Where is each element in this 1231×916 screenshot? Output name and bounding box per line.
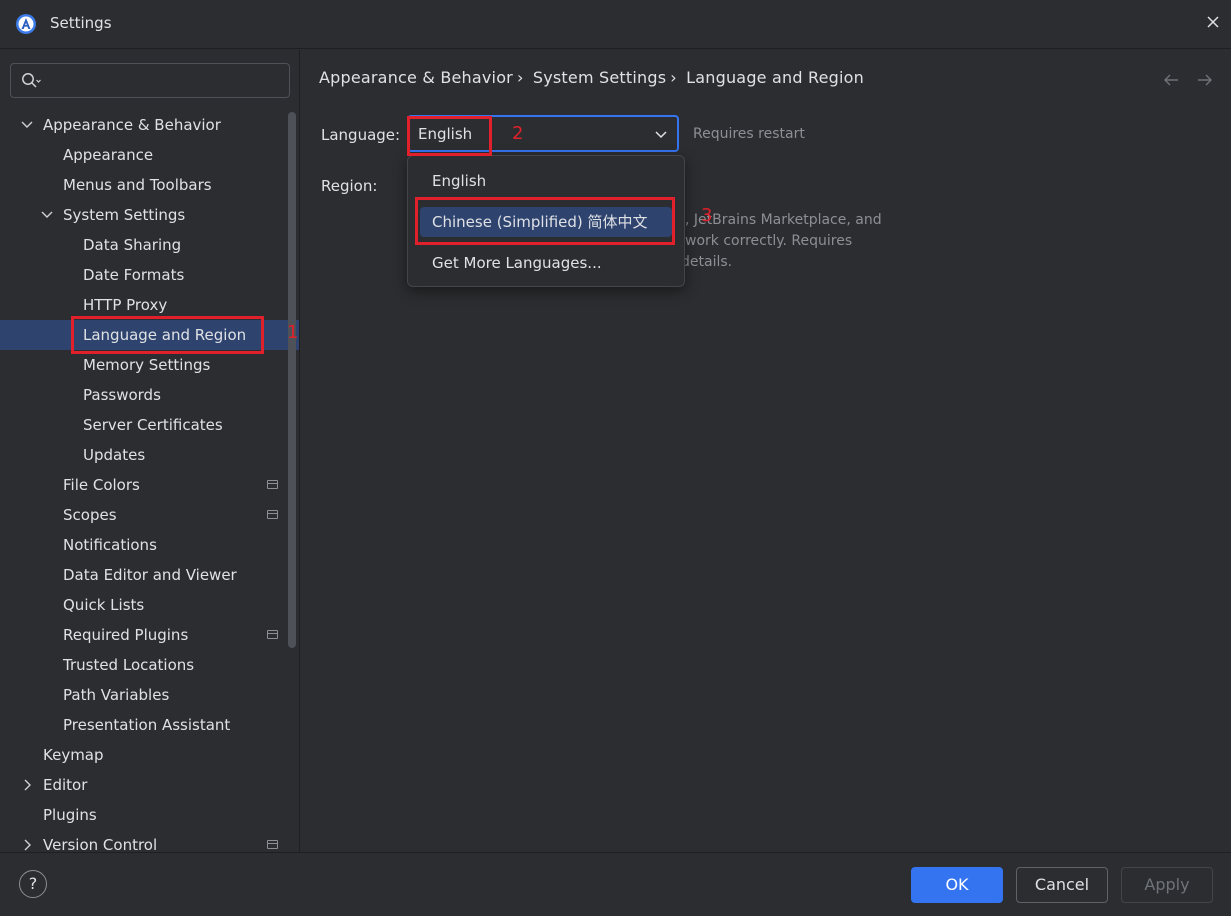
sidebar-item-label: Passwords — [83, 386, 161, 404]
sidebar-item-label: Version Control — [43, 836, 158, 852]
sidebar-item-scopes[interactable]: Scopes — [0, 500, 299, 530]
sidebar-item-required-plugins[interactable]: Required Plugins — [0, 620, 299, 650]
sidebar-item-data-editor-and-viewer[interactable]: Data Editor and Viewer — [0, 560, 299, 590]
sidebar-item-label: Server Certificates — [83, 416, 223, 434]
sidebar-item-appearance-behavior[interactable]: Appearance & Behavior — [0, 110, 299, 140]
sidebar-item-path-variables[interactable]: Path Variables — [0, 680, 299, 710]
sidebar-item-file-colors[interactable]: File Colors — [0, 470, 299, 500]
breadcrumb-separator-0: › — [516, 68, 524, 87]
sidebar-item-label: Editor — [43, 776, 88, 794]
sidebar-item-updates[interactable]: Updates — [0, 440, 299, 470]
sidebar-item-http-proxy[interactable]: HTTP Proxy — [0, 290, 299, 320]
chevron-right-icon[interactable] — [20, 770, 34, 800]
sidebar-item-label: Data Editor and Viewer — [63, 566, 237, 584]
sidebar-item-label: Language and Region — [83, 326, 247, 344]
sidebar-item-data-sharing[interactable]: Data Sharing — [0, 230, 299, 260]
sidebar-scrollbar[interactable] — [288, 112, 296, 648]
region-label: Region: — [321, 177, 378, 195]
android-studio-icon — [16, 14, 36, 34]
language-label: Language: — [321, 126, 401, 144]
language-dropdown[interactable]: English — [407, 115, 679, 152]
sidebar-item-label: Trusted Locations — [63, 656, 195, 674]
search-icon — [22, 73, 41, 88]
breadcrumb-item-0[interactable]: Appearance & Behavior — [319, 68, 513, 87]
hint-line-2: details. — [681, 254, 733, 270]
sidebar-item-label: File Colors — [63, 476, 140, 494]
sidebar-item-label: Data Sharing — [83, 236, 182, 254]
breadcrumb-separator-1: › — [670, 68, 677, 87]
sidebar-item-trusted-locations[interactable]: Trusted Locations — [0, 650, 299, 680]
sidebar-item-label: Scopes — [63, 506, 117, 524]
sidebar-item-menus-and-toolbars[interactable]: Menus and Toolbars — [0, 170, 299, 200]
back-arrow-icon[interactable] — [1162, 72, 1180, 88]
sidebar-item-label: Appearance & Behavior — [43, 116, 221, 134]
project-level-icon — [267, 480, 278, 489]
sidebar-item-quick-lists[interactable]: Quick Lists — [0, 590, 299, 620]
sidebar-item-label: Appearance — [63, 146, 154, 164]
title-bar: Settings — [0, 0, 1231, 49]
sidebar-item-label: System Settings — [63, 206, 186, 224]
sidebar-item-label: Date Formats — [83, 266, 185, 284]
ok-button[interactable]: OK — [911, 867, 1003, 903]
sidebar-item-label: Updates — [83, 446, 146, 464]
help-icon[interactable]: ? — [19, 870, 47, 898]
sidebar-item-label: Path Variables — [63, 686, 170, 704]
sidebar-item-label: Memory Settings — [83, 356, 211, 374]
hint-line-1: work correctly. Requires — [685, 233, 853, 249]
sidebar-item-server-certificates[interactable]: Server Certificates — [0, 410, 299, 440]
language-dropdown-popup: English Chinese (Simplified) 简体中文 Get Mo… — [407, 155, 685, 287]
sidebar-item-notifications[interactable]: Notifications — [0, 530, 299, 560]
sidebar-item-plugins[interactable]: Plugins — [0, 800, 299, 830]
sidebar-item-editor[interactable]: Editor — [0, 770, 299, 800]
requires-restart-note: Requires restart — [693, 126, 805, 142]
hint-line-0: , JetBrains Marketplace, and — [685, 212, 882, 228]
chevron-right-icon[interactable] — [20, 830, 34, 852]
sidebar-item-passwords[interactable]: Passwords — [0, 380, 299, 410]
dialog-footer: ? OK Cancel Apply — [0, 852, 1231, 916]
apply-button[interactable]: Apply — [1121, 867, 1213, 903]
breadcrumb-item-2: Language and Region — [686, 68, 864, 87]
language-dropdown-value: English — [418, 125, 473, 143]
option-chinese-simplified[interactable]: Chinese (Simplified) 简体中文 — [420, 207, 672, 237]
sidebar-item-label: Required Plugins — [63, 626, 189, 644]
settings-sidebar: Appearance & Behavior Appearance Menus and… — [0, 50, 300, 852]
breadcrumb: Appearance & Behavior › System Settings › … — [319, 68, 868, 87]
sidebar-item-label: Notifications — [63, 536, 157, 554]
sidebar-item-date-formats[interactable]: Date Formats — [0, 260, 299, 290]
cancel-button[interactable]: Cancel — [1016, 867, 1108, 903]
option-get-more-languages[interactable]: Get More Languages... — [420, 248, 672, 278]
project-level-icon — [267, 510, 278, 519]
sidebar-item-label: Menus and Toolbars — [63, 176, 212, 194]
sidebar-item-memory-settings[interactable]: Memory Settings — [0, 350, 299, 380]
sidebar-item-keymap[interactable]: Keymap — [0, 740, 299, 770]
sidebar-item-label: Keymap — [43, 746, 104, 764]
forward-arrow-icon[interactable] — [1196, 72, 1214, 88]
project-level-icon — [267, 840, 278, 849]
sidebar-item-label: Presentation Assistant — [63, 716, 231, 734]
chevron-down-icon[interactable] — [40, 200, 54, 230]
chevron-down-icon — [655, 131, 667, 139]
search-input[interactable] — [10, 63, 290, 98]
window-title: Settings — [50, 14, 112, 32]
sidebar-item-system-settings[interactable]: System Settings — [0, 200, 299, 230]
breadcrumb-item-1[interactable]: System Settings — [533, 68, 666, 87]
region-hint-text: , JetBrains Marketplace, and work correc… — [681, 210, 901, 273]
sidebar-item-label: Quick Lists — [63, 596, 145, 614]
close-icon[interactable] — [1205, 14, 1221, 30]
sidebar-item-appearance[interactable]: Appearance — [0, 140, 299, 170]
option-english[interactable]: English — [420, 166, 672, 196]
sidebar-item-language-and-region[interactable]: Language and Region — [0, 320, 299, 350]
sidebar-item-version-control[interactable]: Version Control — [0, 830, 299, 852]
sidebar-item-label: Plugins — [43, 806, 97, 824]
chevron-down-icon[interactable] — [20, 110, 34, 140]
project-level-icon — [267, 630, 278, 639]
sidebar-item-label: HTTP Proxy — [83, 296, 168, 314]
sidebar-item-presentation-assistant[interactable]: Presentation Assistant — [0, 710, 299, 740]
